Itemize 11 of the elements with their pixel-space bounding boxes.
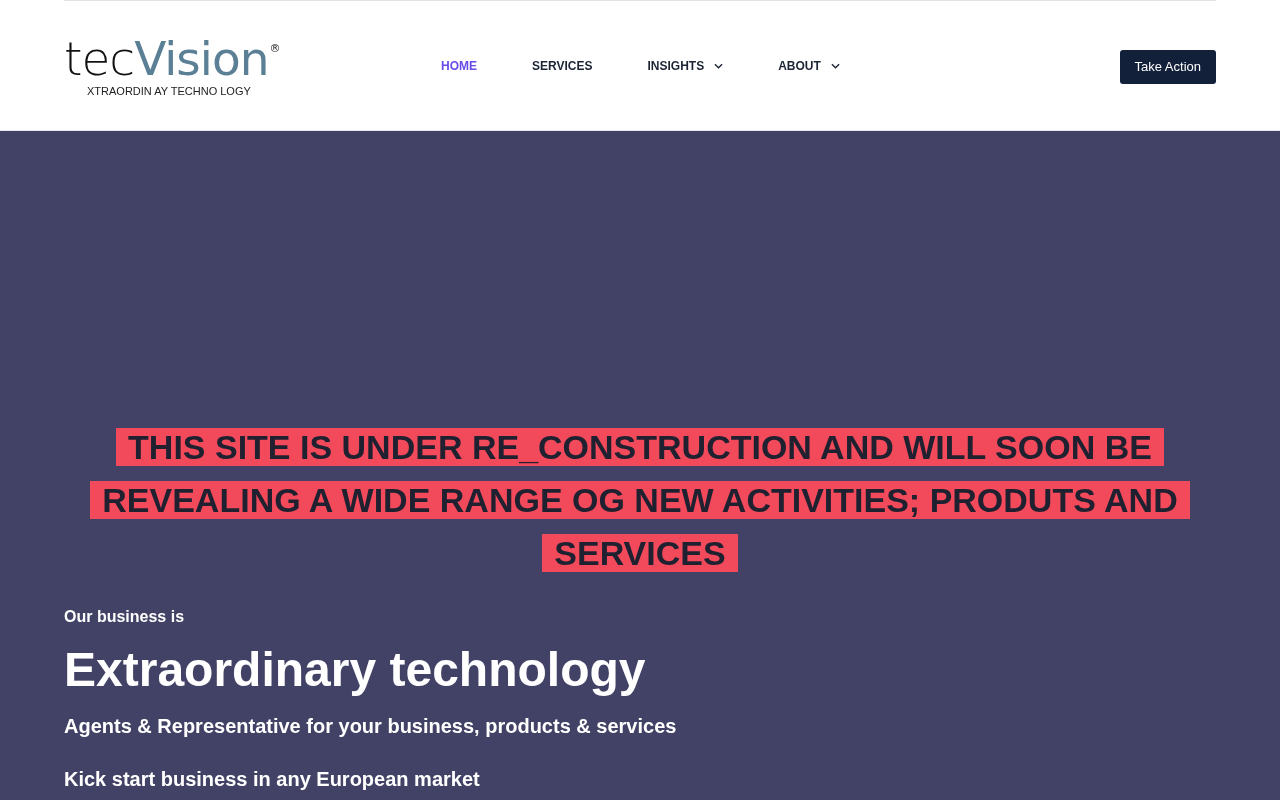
tagline: Kick start business in any European market [64,768,481,790]
logo-wordmark: tecVision® [64,36,280,81]
eyebrow-text: Our business is [64,608,186,626]
nav-link[interactable]: HOME [441,58,477,73]
logo-tagline: XTRAORDIN AY TECHNO LOGY [87,84,252,97]
headline: Extraordinary technology [64,642,647,698]
nav-link[interactable]: SERVICES [532,58,593,73]
nav-link[interactable]: INSIGHTS [647,58,724,73]
nav-link[interactable]: ABOUT [778,58,840,73]
take-action-button[interactable]: Take Action [1119,49,1216,84]
subheadline: Agents & Representative for your business, products & services [64,715,678,738]
